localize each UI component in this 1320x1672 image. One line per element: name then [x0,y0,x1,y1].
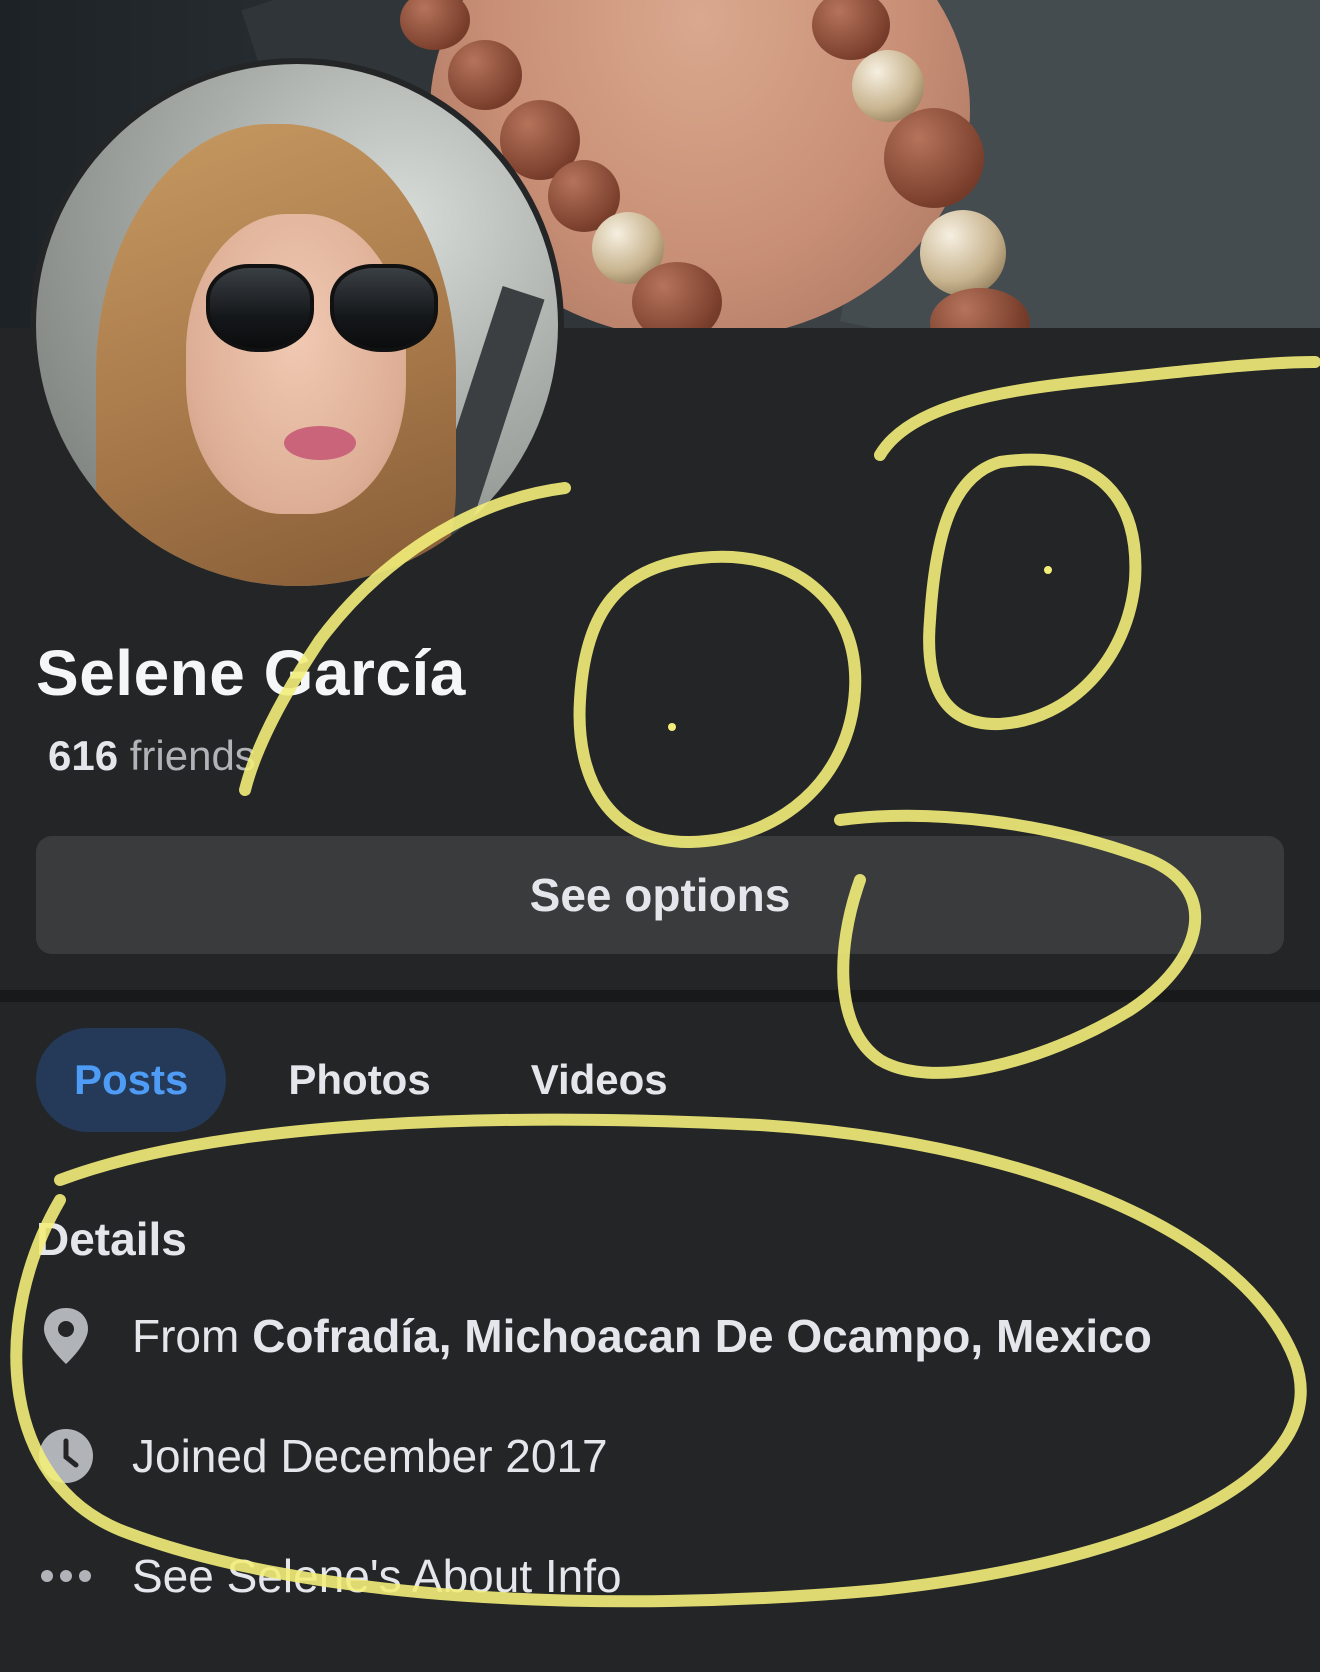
about-link-text[interactable]: See Selene's About Info [132,1549,622,1603]
joined-text: Joined December 2017 [132,1430,608,1482]
annotation-top-arc [874,356,1320,461]
necklace-bead [920,210,1006,296]
location-pin-icon [36,1306,96,1366]
sunglasses-lens [206,264,314,352]
detail-about-link[interactable]: See Selene's About Info [36,1546,622,1606]
necklace-bead [884,108,984,208]
clock-icon [36,1426,96,1486]
sunglasses-lens [330,264,438,352]
annotation-circle-left [573,550,862,849]
tab-videos[interactable]: Videos [493,1028,706,1132]
friends-count-number: 616 [48,732,119,779]
hometown-prefix: From [132,1310,240,1362]
more-dots-icon [36,1546,96,1606]
profile-tabs: Posts Photos Videos [36,1028,730,1132]
friends-count[interactable]: 616 friends [48,732,256,780]
avatar-face [186,214,406,514]
avatar[interactable] [36,64,558,586]
section-divider [0,990,1320,1002]
detail-joined: Joined December 2017 [36,1426,608,1486]
avatar-lips [284,426,356,460]
tab-photos[interactable]: Photos [250,1028,468,1132]
avatar-sunglasses [206,264,446,356]
necklace-bead [448,40,522,110]
friends-count-label: friends [129,732,256,779]
annotation-dot [668,723,676,731]
annotation-circle-right [923,453,1142,731]
hometown-text: From Cofradía, Michoacan De Ocampo, Mexi… [132,1309,1152,1363]
hometown-place[interactable]: Cofradía, Michoacan De Ocampo, Mexico [252,1310,1152,1362]
see-options-button[interactable]: See options [36,836,1284,954]
details-heading: Details [36,1213,187,1265]
detail-hometown: From Cofradía, Michoacan De Ocampo, Mexi… [36,1306,1152,1366]
profile-name: Selene García [36,637,466,709]
annotation-dot [1044,566,1052,574]
tab-posts[interactable]: Posts [36,1028,227,1132]
